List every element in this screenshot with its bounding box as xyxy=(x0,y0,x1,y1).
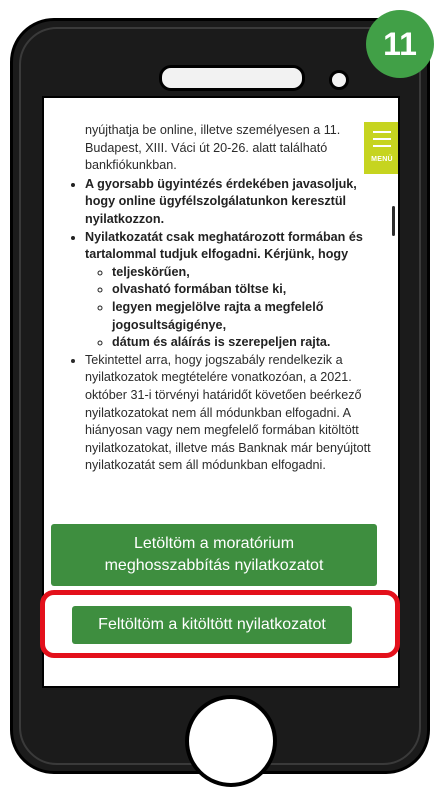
page-content: nyújthatja be online, illetve személyese… xyxy=(52,122,382,475)
hamburger-menu-button[interactable]: MENÜ xyxy=(364,122,398,174)
sub-bullet-list: teljeskörűen, olvasható formában töltse … xyxy=(85,264,382,352)
hamburger-icon xyxy=(373,131,391,133)
sub-list-item: teljeskörűen, xyxy=(112,264,382,282)
download-button-line2: meghosszabbítás nyilatkozatot xyxy=(104,557,324,574)
step-number-badge: 11 xyxy=(366,10,434,78)
download-declaration-button[interactable]: Letöltöm a moratórium meghosszabbítás ny… xyxy=(51,524,377,586)
list-item: Tekintettel arra, hogy jogszabály rendel… xyxy=(85,352,382,475)
list-item-text: Nyilatkozatát csak meghatározott formába… xyxy=(85,229,363,262)
hamburger-icon xyxy=(373,145,391,147)
upload-declaration-button[interactable]: Feltöltöm a kitöltött nyilatkozatot xyxy=(72,606,352,644)
bullet-list: A gyorsabb ügyintézés érdekében javasolj… xyxy=(52,176,382,475)
download-button-line1: Letöltöm a moratórium xyxy=(133,535,295,552)
scrollbar-thumb[interactable] xyxy=(392,206,395,236)
phone-camera xyxy=(329,70,349,90)
sub-list-item: olvasható formában töltse ki, xyxy=(112,281,382,299)
list-item: A gyorsabb ügyintézés érdekében javasolj… xyxy=(85,176,382,229)
phone-speaker xyxy=(159,65,305,91)
sub-list-item: dátum és aláírás is szerepeljen rajta. xyxy=(112,334,382,352)
list-item: Nyilatkozatát csak meghatározott formába… xyxy=(85,229,382,352)
hamburger-icon xyxy=(373,138,391,140)
menu-label: MENÜ xyxy=(371,156,393,163)
intro-text: nyújthatja be online, illetve személyese… xyxy=(85,123,341,173)
sub-list-item: legyen megjelölve rajta a megfelelő jogo… xyxy=(112,299,382,334)
phone-home-button[interactable] xyxy=(185,695,277,787)
